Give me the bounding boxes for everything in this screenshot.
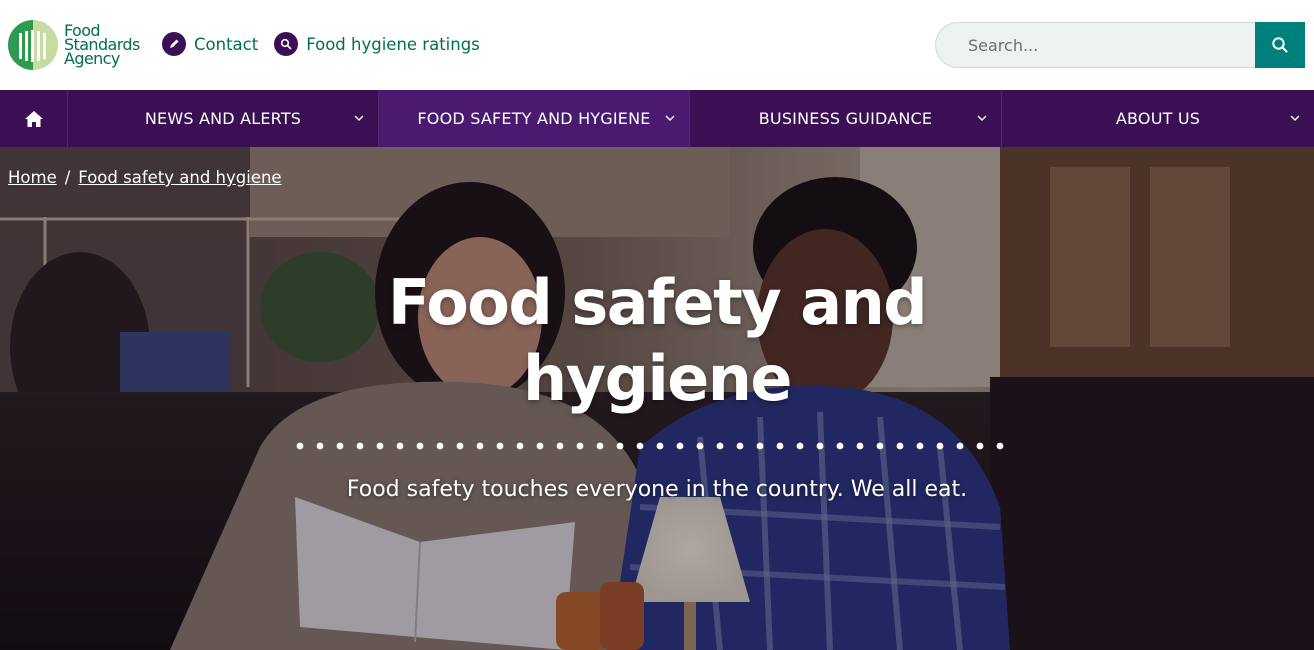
divider-dot <box>836 442 844 450</box>
divider-dot <box>456 442 464 450</box>
divider-dot <box>516 442 524 450</box>
divider-dot <box>696 442 704 450</box>
site-search <box>935 22 1305 68</box>
contact-link-label: Contact <box>194 34 259 54</box>
breadcrumb-home-link[interactable]: Home <box>8 168 57 187</box>
utility-links: Contact Food hygiene ratings <box>162 32 480 56</box>
contact-link[interactable]: Contact <box>162 32 258 56</box>
divider-dot <box>296 442 304 450</box>
home-icon <box>24 110 43 127</box>
divider-dot <box>416 442 424 450</box>
search-input[interactable] <box>935 22 1255 68</box>
divider-dot <box>376 442 384 450</box>
divider-dot <box>816 442 824 450</box>
divider-dot <box>916 442 924 450</box>
page-title-line-1: Food safety and <box>387 266 928 339</box>
divider-dot <box>776 442 784 450</box>
divider-dot <box>356 442 364 450</box>
search-icon <box>274 32 299 56</box>
divider-dot <box>796 442 804 450</box>
page-title-line-2: hygiene <box>523 342 792 415</box>
breadcrumb-separator: / <box>64 168 71 187</box>
divider-dot <box>436 442 444 450</box>
divider-dot <box>496 442 504 450</box>
divider-dot <box>576 442 584 450</box>
food-hygiene-ratings-label: Food hygiene ratings <box>306 34 480 54</box>
food-hygiene-ratings-link[interactable]: Food hygiene ratings <box>274 32 480 56</box>
divider-dot <box>756 442 764 450</box>
main-navigation: NEWS AND ALERTS FOOD SAFETY AND HYGIENE … <box>0 90 1314 147</box>
nav-item-label: BUSINESS GUIDANCE <box>758 109 933 128</box>
divider-dot <box>336 442 344 450</box>
divider-dot <box>716 442 724 450</box>
divider-dot <box>896 442 904 450</box>
divider-dot <box>316 442 324 450</box>
divider-dot <box>396 442 404 450</box>
divider-dot <box>996 442 1004 450</box>
dotted-divider <box>296 442 1004 450</box>
site-header: Food Standards Agency Contact Food hygie… <box>0 0 1314 90</box>
nav-item-label: FOOD SAFETY AND HYGIENE <box>417 109 651 128</box>
pencil-icon <box>162 32 186 56</box>
nav-item-food-safety-and-hygiene[interactable]: FOOD SAFETY AND HYGIENE <box>379 90 690 147</box>
nav-item-business-guidance[interactable]: BUSINESS GUIDANCE <box>690 90 1002 147</box>
divider-dot <box>616 442 624 450</box>
nav-item-label: ABOUT US <box>1115 109 1201 128</box>
divider-dot <box>636 442 644 450</box>
nav-item-news-and-alerts[interactable]: NEWS AND ALERTS <box>68 90 379 147</box>
hero-banner: Home / Food safety and hygiene Food safe… <box>0 147 1314 650</box>
divider-dot <box>876 442 884 450</box>
chevron-down-icon <box>665 115 675 121</box>
divider-dot <box>476 442 484 450</box>
search-icon <box>1272 37 1288 53</box>
divider-dot <box>656 442 664 450</box>
divider-dot <box>956 442 964 450</box>
divider-dot <box>936 442 944 450</box>
nav-item-about-us[interactable]: ABOUT US <box>1002 90 1314 147</box>
nav-home-button[interactable] <box>0 90 68 147</box>
nav-item-label: NEWS AND ALERTS <box>144 109 302 128</box>
logo-wordmark: Food Standards Agency <box>64 23 140 68</box>
chevron-down-icon <box>354 115 364 121</box>
logo-line-agency: Agency <box>64 49 120 68</box>
fsa-logo[interactable]: Food Standards Agency <box>8 20 140 70</box>
fsa-logo-icon <box>8 20 58 70</box>
page-title: Food safety and hygiene <box>300 265 1014 417</box>
divider-dot <box>536 442 544 450</box>
hero-subtitle: Food safety touches everyone in the coun… <box>346 477 968 502</box>
breadcrumb: Home / Food safety and hygiene <box>8 168 282 187</box>
divider-dot <box>856 442 864 450</box>
chevron-down-icon <box>1290 115 1300 121</box>
divider-dot <box>976 442 984 450</box>
divider-dot <box>556 442 564 450</box>
divider-dot <box>676 442 684 450</box>
divider-dot <box>596 442 604 450</box>
divider-dot <box>736 442 744 450</box>
breadcrumb-food-safety-link[interactable]: Food safety and hygiene <box>78 168 281 187</box>
chevron-down-icon <box>977 115 987 121</box>
search-button[interactable] <box>1255 22 1305 68</box>
